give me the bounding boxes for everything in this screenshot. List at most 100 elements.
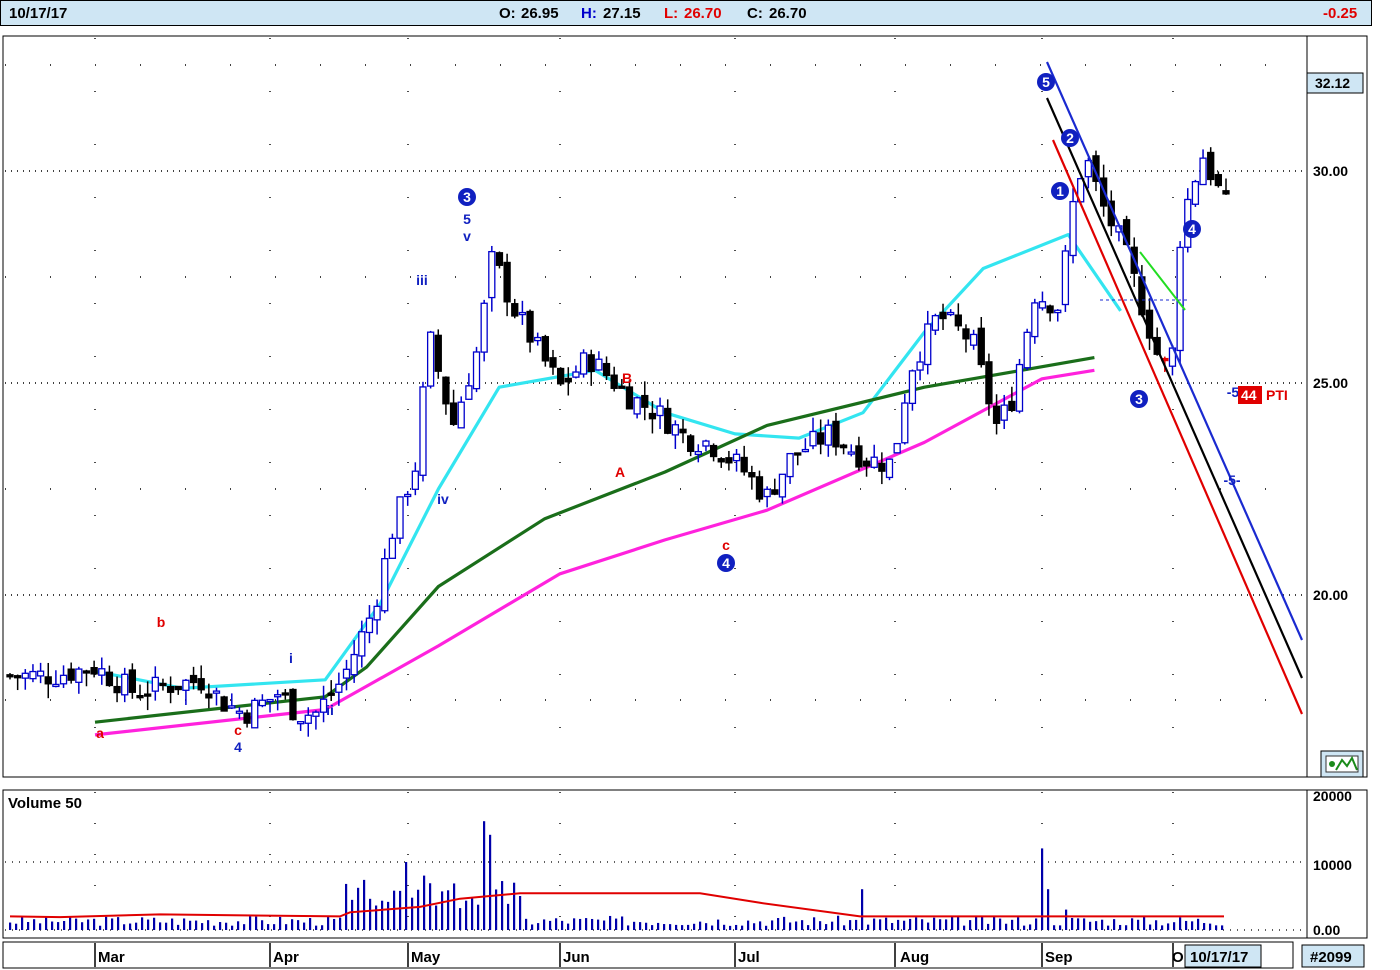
month-may: May — [411, 949, 441, 966]
volume-bar — [753, 923, 756, 930]
price-bar-body — [1008, 400, 1016, 412]
volume-bar — [81, 922, 84, 930]
volume-bar — [1041, 848, 1044, 930]
price-bar-body — [740, 456, 748, 473]
volume-bar — [549, 920, 552, 930]
price-bar-body — [82, 670, 91, 674]
price-bar-body — [526, 310, 534, 343]
price-bar-body — [495, 252, 504, 266]
volume-bar — [399, 890, 402, 930]
volume-bar — [1059, 925, 1062, 930]
price-bar-body — [350, 653, 358, 676]
price-chart[interactable]: 35viiiiviiiabc4BAc451234-5-5- 30.00 25.0… — [0, 0, 1400, 970]
price-bar-body — [916, 361, 924, 371]
volume-bar — [819, 921, 822, 930]
volume-bar — [873, 918, 876, 930]
price-bar-body — [373, 605, 381, 621]
chart-settings-icon[interactable] — [1320, 750, 1364, 778]
price-bar-body — [763, 488, 771, 498]
volume-bar — [759, 921, 762, 930]
volume-bar — [99, 925, 102, 930]
volume-bar — [795, 921, 798, 930]
month-apr: Apr — [273, 949, 299, 966]
volume-bar — [183, 918, 186, 930]
volume-bar — [273, 924, 276, 930]
volume-bar — [669, 924, 672, 930]
volume-bar — [633, 921, 636, 930]
volume-bar — [1113, 919, 1116, 930]
price-bar-body — [1023, 331, 1031, 369]
volume-bar — [1035, 918, 1038, 930]
volume-bar — [747, 920, 750, 930]
volume-bar — [927, 922, 930, 930]
price-bar-body — [893, 442, 901, 454]
volume-bar — [1215, 925, 1218, 930]
volume-tick-0: 0.00 — [1313, 922, 1340, 938]
volume-bar — [1191, 921, 1194, 930]
volume-bar — [1125, 925, 1128, 930]
price-bar-body — [128, 669, 137, 693]
price-bar-body — [625, 386, 634, 410]
price-bar-body — [969, 333, 978, 346]
volume-bar — [801, 920, 804, 930]
price-bar-body — [243, 712, 251, 724]
wave-label: 3 — [463, 189, 471, 205]
volume-bar — [345, 883, 348, 930]
volume-bar — [609, 915, 612, 930]
last-price-value: 32.12 — [1315, 75, 1350, 91]
price-tick-30: 30.00 — [1313, 163, 1348, 179]
price-bar-body — [312, 711, 320, 717]
volume-bar — [507, 903, 510, 930]
volume-bar — [1131, 918, 1134, 930]
price-bar-body — [855, 445, 863, 468]
volume-bar — [75, 918, 78, 930]
volume-bar — [837, 915, 840, 930]
volume-bar — [843, 925, 846, 930]
price-bar-body — [159, 682, 167, 687]
wave-label: A — [615, 464, 625, 480]
volume-bar — [87, 919, 90, 930]
wave-label: ii — [326, 702, 334, 718]
volume-bar — [1119, 924, 1122, 930]
price-bar-body — [21, 672, 29, 679]
wave-label: c — [722, 537, 730, 553]
price-bar-body — [862, 460, 871, 467]
price-bar-body — [235, 710, 244, 714]
price-bar-body — [709, 444, 718, 458]
volume-bar — [987, 923, 990, 930]
volume-bar — [153, 917, 156, 930]
volume-bar — [165, 922, 168, 930]
price-bar-body — [121, 673, 129, 696]
price-bar-body — [641, 394, 649, 408]
volume-bar — [447, 890, 450, 930]
volume-bar — [477, 904, 480, 930]
volume-bar — [561, 920, 564, 930]
price-bar-body — [411, 470, 419, 490]
x-axis-frame — [2, 941, 1294, 969]
volume-bar — [531, 924, 534, 930]
price-bar-body — [166, 685, 175, 693]
volume-bar — [1065, 909, 1068, 930]
volume-bar — [375, 905, 378, 930]
price-bar-body — [511, 303, 519, 317]
price-bar-body — [189, 674, 198, 684]
price-bar-body — [358, 631, 366, 657]
volume-bar — [405, 862, 408, 930]
volume-bar — [243, 924, 246, 930]
volume-bar — [465, 900, 468, 930]
price-bar-body — [488, 250, 496, 299]
price-bar-body — [434, 334, 442, 372]
volume-bar — [783, 916, 786, 930]
wave-label: a — [96, 725, 104, 741]
volume-bar — [141, 917, 144, 930]
price-bar-body — [702, 440, 710, 447]
volume-bar — [1155, 920, 1158, 930]
price-bar-body — [1054, 309, 1062, 314]
volume-bar — [741, 925, 744, 930]
volume-bar — [177, 924, 180, 930]
price-bar-body — [962, 328, 970, 340]
volume-bar — [249, 916, 252, 930]
volume-bar — [357, 887, 360, 930]
volume-bar — [1143, 916, 1146, 930]
volume-bar — [387, 901, 390, 930]
